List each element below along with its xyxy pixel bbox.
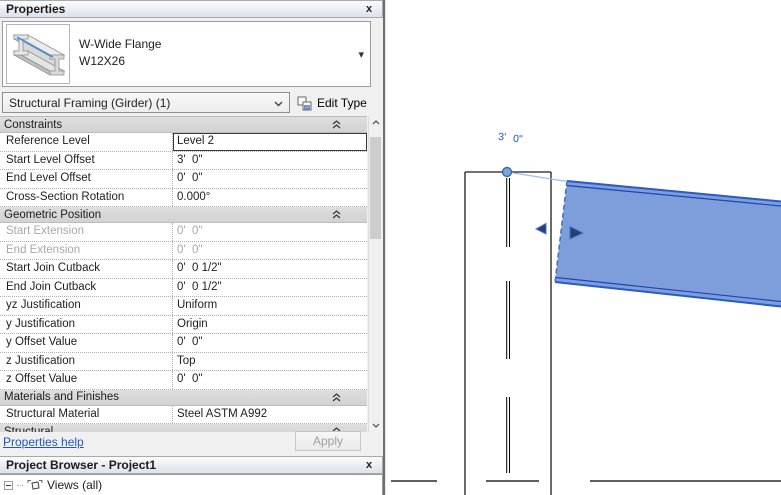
property-value[interactable]: 0' 0" (173, 334, 367, 352)
property-value[interactable]: Uniform (173, 297, 367, 315)
property-label: Start Level Offset (0, 151, 173, 169)
type-labels: W-Wide Flange W12X26 (79, 36, 161, 70)
close-icon[interactable]: x (362, 2, 376, 16)
property-value[interactable]: Steel ASTM A992 (173, 406, 367, 424)
property-label: Structural Material (0, 405, 173, 423)
properties-title: Properties (6, 2, 66, 16)
property-row: Structural Material Steel ASTM A992 (0, 405, 367, 424)
edit-type-button[interactable]: Edit Type (295, 92, 381, 114)
beam-preview-image (6, 24, 70, 84)
property-label: yz Justification (0, 297, 173, 315)
scroll-up-icon[interactable] (369, 116, 382, 129)
property-row: y Offset Value 0' 0" (0, 334, 367, 353)
column-element[interactable] (464, 171, 552, 495)
project-browser-title: Project Browser - Project1 (6, 458, 157, 472)
collapse-icon[interactable] (332, 120, 341, 129)
section-title: Geometric Position (4, 208, 102, 221)
properties-footer: Properties help Apply (0, 429, 383, 453)
svg-text:3': 3' (498, 131, 507, 144)
properties-grid: Constraints Reference Level Level 2 Start L… (0, 116, 367, 432)
chevron-down-icon[interactable]: ▾ (358, 48, 364, 61)
property-row: z Justification Top (0, 352, 367, 371)
property-value[interactable]: 0.000° (173, 189, 367, 207)
property-row: yz Justification Uniform (0, 297, 367, 316)
property-label: End Level Offset (0, 170, 173, 188)
chevron-down-icon[interactable] (274, 96, 283, 110)
property-label: z Justification (0, 352, 173, 370)
tree-collapse-icon[interactable] (4, 480, 13, 490)
property-row: Cross-Section Rotation 0.000° (0, 188, 367, 207)
property-row: Reference Level Level 2 (0, 133, 367, 152)
property-row: Start Extension 0' 0" (0, 223, 367, 242)
svg-text:0": 0" (513, 133, 524, 146)
type-name: W12X26 (79, 54, 126, 68)
drawing-canvas[interactable]: 3' 0" (386, 0, 781, 495)
section-header-constraints[interactable]: Constraints (0, 117, 367, 133)
wide-flange-beam-icon (12, 34, 66, 76)
selected-beam-element[interactable] (554, 180, 781, 308)
property-label: End Join Cutback (0, 278, 173, 296)
project-browser-tree: Views (all) (0, 474, 383, 495)
type-selector[interactable]: W-Wide Flange W12X26 ▾ (2, 21, 371, 87)
collapse-icon[interactable] (332, 210, 341, 219)
section-title: Materials and Finishes (4, 391, 120, 403)
property-row: Start Join Cutback 0' 0 1/2" (0, 260, 367, 279)
property-row: End Extension 0' 0" (0, 241, 367, 260)
offset-dimension-text[interactable]: 3' 0" (498, 131, 524, 146)
property-row: y Justification Origin (0, 315, 367, 334)
property-label: Start Join Cutback (0, 260, 173, 278)
property-value[interactable]: 3' 0" (173, 152, 367, 170)
property-row: End Level Offset 0' 0" (0, 170, 367, 189)
property-value[interactable]: 0' 0" (173, 242, 367, 260)
apply-button[interactable]: Apply (295, 431, 361, 451)
flip-arrow-left-icon[interactable] (534, 222, 547, 235)
project-browser-titlebar[interactable]: Project Browser - Project1 x (0, 456, 383, 474)
property-value[interactable]: 0' 0" (173, 170, 367, 188)
section-header-materials-and-finishes[interactable]: Materials and Finishes (0, 389, 367, 406)
property-value[interactable]: Level 2 (173, 133, 367, 151)
property-value[interactable]: 0' 0 1/2" (173, 260, 367, 278)
scrollbar-thumb[interactable] (370, 137, 381, 239)
property-label: y Justification (0, 315, 173, 333)
model-view: 3' 0" (391, 131, 781, 495)
property-label: Start Extension (0, 223, 173, 241)
property-value[interactable]: Origin (173, 316, 367, 334)
property-label: Cross-Section Rotation (0, 188, 173, 206)
section-title: Constraints (4, 118, 63, 131)
section-header-geometric-position[interactable]: Geometric Position (0, 207, 367, 223)
selection-filter-value: Structural Framing (Girder) (1) (9, 95, 171, 110)
beam-drag-handle[interactable] (501, 166, 513, 178)
edit-type-label: Edit Type (317, 96, 367, 110)
tree-connector (17, 484, 23, 486)
selection-filter-combobox[interactable]: Structural Framing (Girder) (1) (2, 92, 290, 113)
property-label: z Offset Value (0, 371, 173, 389)
collapse-icon[interactable] (332, 392, 341, 402)
left-dock: Properties x W-Wide Flange W12X26 ▾ Stru… (0, 0, 383, 495)
offset-leader-line (506, 171, 568, 183)
properties-scrollbar[interactable] (368, 116, 381, 432)
property-value[interactable]: 0' 0" (173, 223, 367, 241)
edit-type-icon (297, 96, 312, 110)
property-value[interactable]: 0' 0" (173, 371, 367, 389)
property-label: End Extension (0, 241, 173, 259)
close-icon[interactable]: x (362, 458, 376, 472)
property-row: z Offset Value 0' 0" (0, 371, 367, 390)
property-label: Reference Level (0, 133, 173, 151)
tree-item-label[interactable]: Views (all) (47, 478, 102, 492)
property-value[interactable]: 0' 0 1/2" (173, 279, 367, 297)
property-row: End Join Cutback 0' 0 1/2" (0, 278, 367, 297)
property-row: Start Level Offset 3' 0" (0, 151, 367, 170)
column-centerline (506, 178, 510, 473)
family-name: W-Wide Flange (79, 37, 162, 51)
property-label: y Offset Value (0, 334, 173, 352)
properties-titlebar[interactable]: Properties x (0, 0, 383, 18)
properties-help-link[interactable]: Properties help (3, 435, 84, 449)
property-value[interactable]: Top (173, 353, 367, 371)
views-icon (27, 479, 43, 490)
revit-window: Properties x W-Wide Flange W12X26 ▾ Stru… (0, 0, 781, 495)
